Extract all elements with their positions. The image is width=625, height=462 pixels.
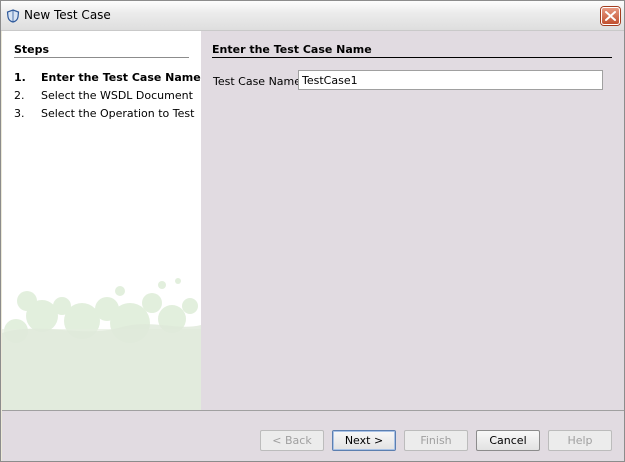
step-label: Select the WSDL Document <box>41 89 193 102</box>
content-heading: Enter the Test Case Name <box>212 43 612 58</box>
step-number: 1. <box>14 71 26 84</box>
finish-button[interactable]: Finish <box>404 430 468 451</box>
content-panel: Enter the Test Case Name Test Case Name: <box>201 31 624 410</box>
test-case-name-input[interactable] <box>298 70 603 90</box>
step-label: Enter the Test Case Name <box>41 71 201 84</box>
shield-app-icon <box>6 9 20 23</box>
next-button[interactable]: Next > <box>332 430 396 451</box>
test-case-name-label: Test Case Name: <box>213 75 305 88</box>
title-bar[interactable]: New Test Case <box>1 1 624 31</box>
cancel-button[interactable]: Cancel <box>476 430 540 451</box>
steps-panel: Steps 1. Enter the Test Case Name 2. Sel… <box>2 31 201 410</box>
new-test-case-dialog: New Test Case Steps 1. Enter the Test Ca… <box>0 0 625 462</box>
step-label: Select the Operation to Test <box>41 107 195 120</box>
step-number: 2. <box>14 89 25 102</box>
help-button[interactable]: Help <box>548 430 612 451</box>
button-bar: < Back Next > Finish Cancel Help <box>2 410 624 461</box>
close-icon <box>605 11 616 21</box>
steps-heading: Steps <box>14 43 189 58</box>
decorative-watermark <box>2 278 201 410</box>
step-number: 3. <box>14 107 25 120</box>
back-button[interactable]: < Back <box>260 430 324 451</box>
close-button[interactable] <box>601 7 620 25</box>
window-title: New Test Case <box>24 8 111 22</box>
